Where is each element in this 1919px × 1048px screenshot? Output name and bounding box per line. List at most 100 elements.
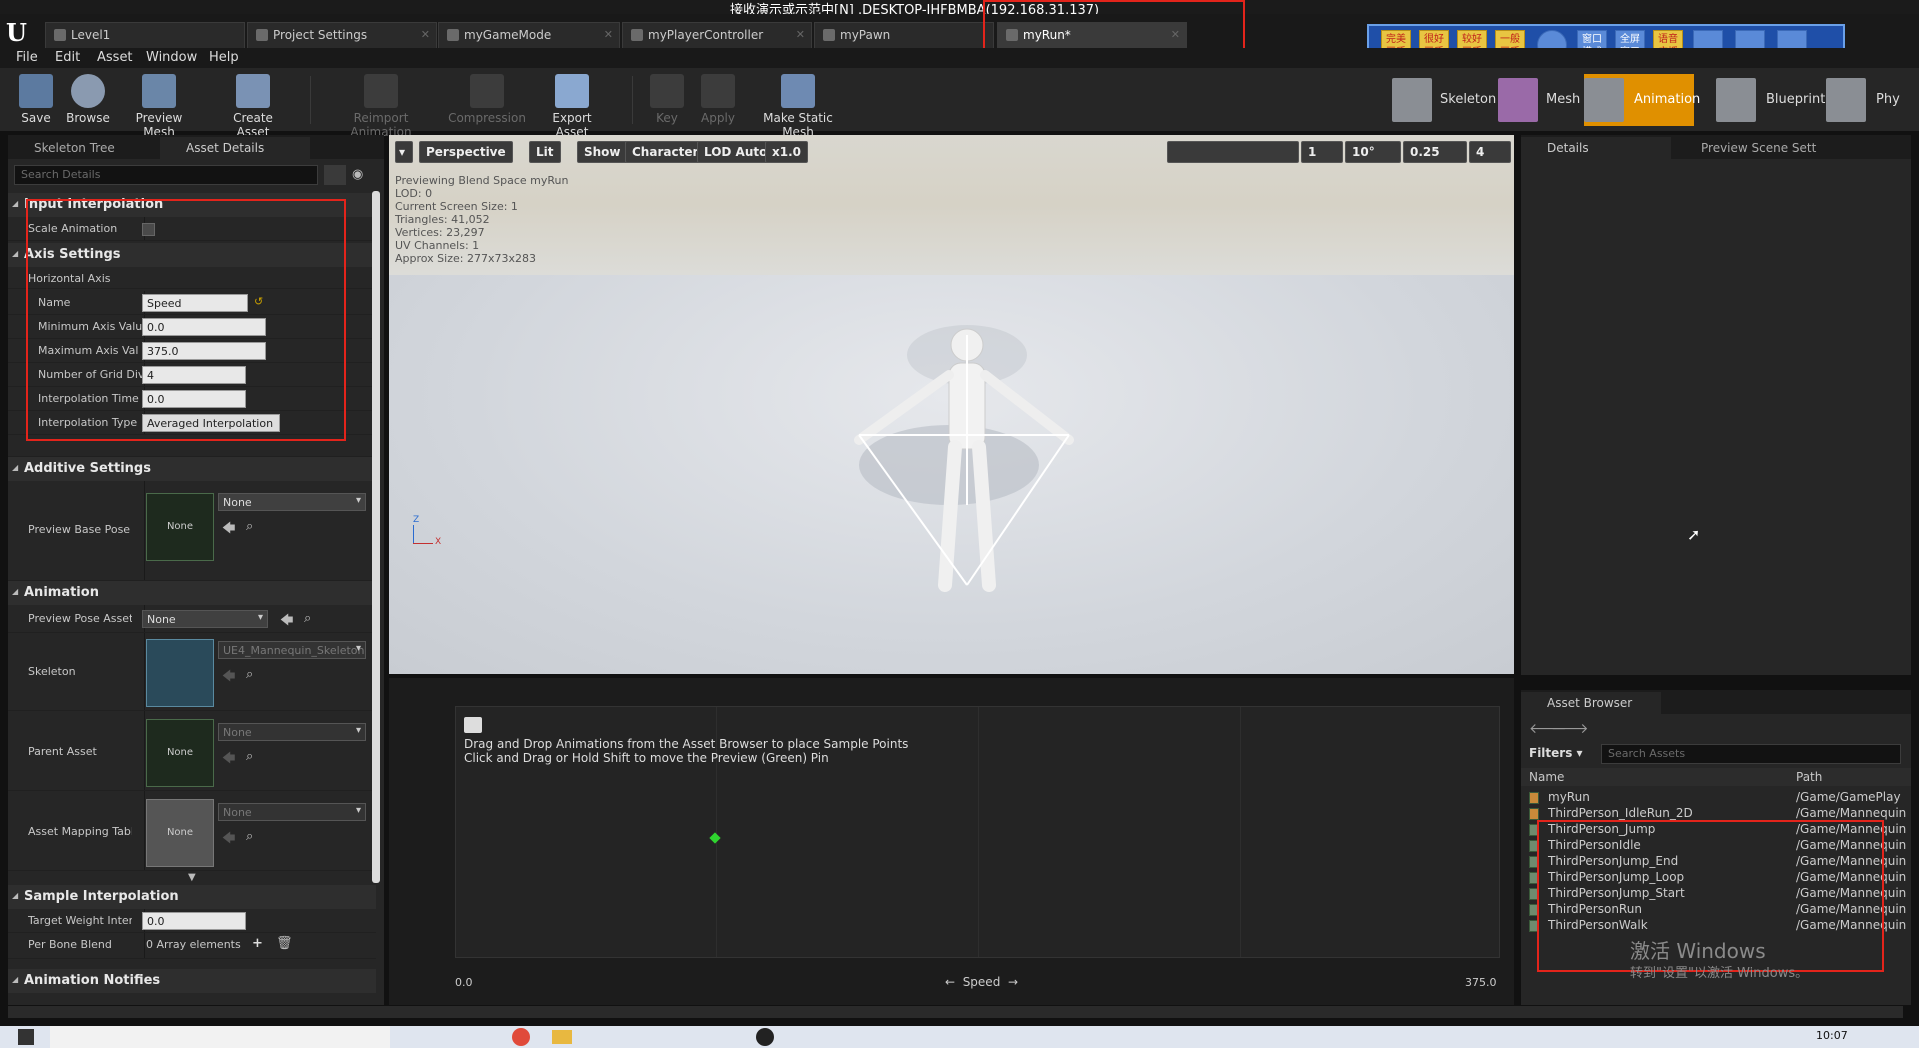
search-assets-input[interactable]: Search Assets — [1601, 744, 1901, 764]
parent-asset-thumbnail[interactable]: None — [146, 719, 214, 787]
interpolation-type-dropdown[interactable]: Averaged Interpolation — [142, 414, 280, 432]
tab-preview-scene-settings[interactable]: Preview Scene Sett — [1675, 137, 1845, 159]
mode-physics[interactable]: Phy — [1826, 74, 1906, 126]
tab-project-settings[interactable]: Project Settings ✕ — [247, 22, 437, 48]
mode-blueprint[interactable]: Blueprint — [1716, 74, 1825, 126]
reset-icon[interactable]: ↺ — [254, 295, 263, 308]
details-scrollbar[interactable] — [372, 191, 380, 883]
row-axis-name: Name Speed ↺ — [8, 291, 376, 315]
category-additive-settings[interactable]: Additive Settings — [8, 457, 376, 481]
menu-file[interactable]: File — [16, 50, 38, 65]
browse-search-icon[interactable]: ⌕ — [246, 749, 253, 764]
eye-icon[interactable]: ◉ — [352, 167, 363, 182]
min-axis-field[interactable]: 0.0 — [142, 318, 266, 336]
category-animation-notifies[interactable]: Animation Notifies — [8, 969, 376, 993]
browse-search-icon[interactable]: ⌕ — [246, 519, 253, 534]
asset-row[interactable]: ThirdPerson_IdleRun_2D/Game/Mannequin — [1521, 806, 1911, 822]
asset-row[interactable]: ThirdPerson_Jump/Game/Mannequin — [1521, 822, 1911, 838]
add-element-icon[interactable]: + — [252, 936, 263, 951]
tab-asset-details[interactable]: Asset Details — [160, 137, 310, 159]
tab-myrun[interactable]: myRun* ✕ — [997, 22, 1187, 48]
preview-pin[interactable] — [708, 832, 721, 844]
windows-start-icon[interactable] — [18, 1029, 34, 1045]
chrome-icon[interactable] — [512, 1028, 530, 1046]
tab-mypawn[interactable]: myPawn — [814, 22, 994, 48]
target-weight-field[interactable]: 0.0 — [142, 912, 246, 930]
blendspace-editor[interactable]: Drag and Drop Animations from the Asset … — [389, 678, 1514, 1005]
use-selected-arrow-icon[interactable]: 🡄 — [280, 611, 293, 633]
browse-search-icon[interactable]: ⌕ — [246, 667, 253, 682]
search-details-input[interactable]: Search Details — [14, 165, 318, 185]
column-name[interactable]: Name — [1529, 770, 1564, 784]
trash-icon[interactable]: 🗑 — [276, 936, 293, 951]
axis-name-field[interactable]: Speed — [142, 294, 248, 312]
unreal-taskbar-icon[interactable] — [756, 1028, 774, 1046]
plus-icon — [650, 74, 684, 108]
category-sample-interpolation[interactable]: Sample Interpolation — [8, 885, 376, 909]
mode-mesh[interactable]: Mesh — [1498, 74, 1584, 126]
tab-level1[interactable]: Level1 — [45, 22, 245, 48]
compression-button[interactable]: Compression — [446, 70, 528, 130]
mode-skeleton[interactable]: Skeleton — [1392, 74, 1496, 126]
taskbar-search-box[interactable] — [50, 1026, 390, 1048]
list-view-icon[interactable] — [324, 165, 346, 185]
tab-skeleton-tree[interactable]: Skeleton Tree — [8, 137, 158, 159]
close-icon[interactable]: ✕ — [421, 28, 430, 41]
asset-row[interactable]: ThirdPersonJump_Start/Game/Mannequin — [1521, 886, 1911, 902]
unreal-logo-icon[interactable]: U — [6, 18, 32, 47]
menu-window[interactable]: Window — [146, 50, 197, 65]
make-static-mesh-button[interactable]: Make Static Mesh — [748, 70, 848, 139]
scale-animation-checkbox[interactable] — [142, 223, 155, 236]
tab-details[interactable]: Details — [1521, 137, 1671, 159]
forward-arrow-icon[interactable]: 🡒 — [1551, 720, 1589, 737]
folder-icon[interactable] — [552, 1030, 572, 1044]
compression-icon — [470, 74, 504, 108]
category-axis-settings[interactable]: Axis Settings — [8, 243, 376, 267]
column-path[interactable]: Path — [1796, 770, 1822, 784]
key-button[interactable]: Key — [650, 70, 684, 130]
horizontal-scrollbar[interactable] — [8, 1006, 1903, 1018]
tooltip-toggle-icon[interactable] — [464, 717, 482, 733]
browse-search-icon[interactable]: ⌕ — [246, 829, 253, 844]
asset-row[interactable]: myRun/Game/GamePlay — [1521, 790, 1911, 806]
browse-search-icon[interactable]: ⌕ — [304, 611, 311, 626]
base-pose-dropdown[interactable]: None — [218, 493, 366, 511]
asset-row[interactable]: ThirdPersonJump_Loop/Game/Mannequin — [1521, 870, 1911, 886]
mode-animation[interactable]: Animation — [1584, 74, 1700, 126]
menu-asset[interactable]: Asset — [97, 50, 133, 65]
create-asset-button[interactable]: Create Asset — [215, 70, 291, 139]
max-axis-field[interactable]: 375.0 — [142, 342, 266, 360]
use-selected-arrow-icon[interactable]: 🡄 — [222, 519, 235, 541]
category-input-interpolation[interactable]: Input Interpolation — [8, 193, 376, 217]
asset-row[interactable]: ThirdPersonIdle/Game/Mannequin — [1521, 838, 1911, 854]
close-icon[interactable]: ✕ — [796, 28, 805, 41]
tab-myplayercontroller[interactable]: myPlayerController ✕ — [622, 22, 812, 48]
blendspace-grid[interactable]: Drag and Drop Animations from the Asset … — [455, 706, 1500, 958]
reimport-animation-button[interactable]: Reimport Animation — [326, 70, 436, 139]
preview-viewport[interactable]: ▾ Perspective Lit Show Character LOD Aut… — [389, 135, 1514, 674]
close-icon[interactable]: ✕ — [604, 28, 613, 41]
menu-edit[interactable]: Edit — [55, 50, 80, 65]
asset-row[interactable]: ThirdPersonWalk/Game/Mannequin — [1521, 918, 1911, 934]
category-animation[interactable]: Animation — [8, 581, 376, 605]
save-button[interactable]: Save — [14, 70, 58, 130]
interpolation-time-field[interactable]: 0.0 — [142, 390, 246, 408]
asset-row[interactable]: ThirdPersonJump_End/Game/Mannequin — [1521, 854, 1911, 870]
row-horizontal-axis[interactable]: Horizontal Axis — [8, 267, 376, 289]
browse-button[interactable]: Browse — [64, 70, 112, 130]
base-pose-thumbnail[interactable]: None — [146, 493, 214, 561]
expand-advanced-icon[interactable]: ▼ — [188, 872, 196, 883]
tab-asset-browser[interactable]: Asset Browser — [1521, 692, 1661, 714]
tab-mygamemode[interactable]: myGameMode ✕ — [438, 22, 620, 48]
mapping-table-thumbnail[interactable]: None — [146, 799, 214, 867]
grid-divisions-field[interactable]: 4 — [142, 366, 246, 384]
preview-mesh-button[interactable]: Preview Mesh — [118, 70, 200, 139]
export-asset-button[interactable]: Export Asset — [536, 70, 608, 139]
preview-pose-dropdown[interactable]: None — [142, 610, 268, 628]
skeleton-thumbnail[interactable] — [146, 639, 214, 707]
apply-button[interactable]: Apply — [697, 70, 739, 130]
filters-button[interactable]: Filters ▾ — [1529, 746, 1583, 760]
asset-row[interactable]: ThirdPersonRun/Game/Mannequin — [1521, 902, 1911, 918]
menu-help[interactable]: Help — [209, 50, 239, 65]
close-icon[interactable]: ✕ — [1171, 28, 1180, 41]
